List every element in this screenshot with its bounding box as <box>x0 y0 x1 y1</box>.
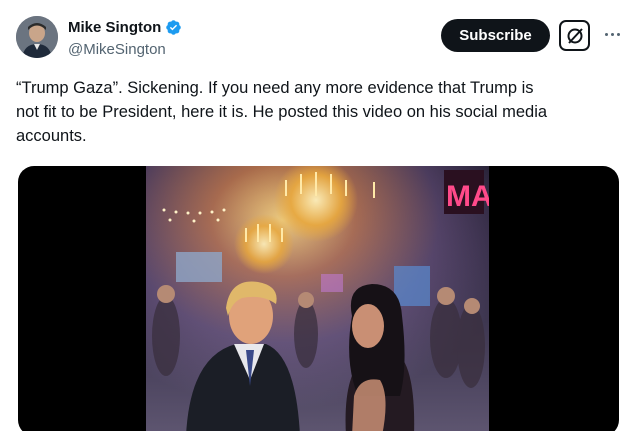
neon-sign-text: MA <box>446 180 489 213</box>
subscribe-button[interactable]: Subscribe <box>441 19 550 52</box>
video-player[interactable]: MA <box>18 166 619 431</box>
display-name[interactable]: Mike Sington <box>68 19 161 36</box>
grok-icon[interactable] <box>559 20 590 51</box>
more-horizontal-icon[interactable] <box>600 24 624 44</box>
tweet-card: Mike Sington @MikeSington Subscribe “Tru… <box>0 0 640 431</box>
name-row: Mike Sington <box>68 19 182 36</box>
tweet-text: “Trump Gaza”. Sickening. If you need any… <box>16 79 548 145</box>
verified-badge-icon <box>165 19 182 36</box>
video-frame[interactable]: MA <box>146 166 489 431</box>
avatar[interactable] <box>16 16 58 58</box>
user-handle[interactable]: @MikeSington <box>68 41 166 58</box>
